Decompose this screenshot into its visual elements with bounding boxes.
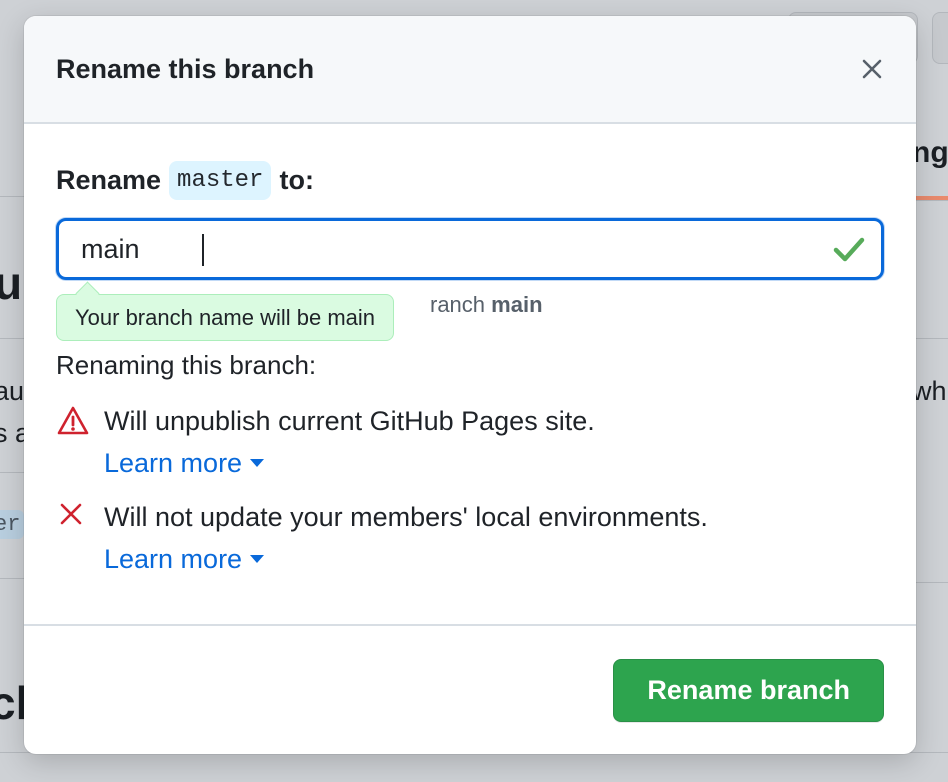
new-branch-name-field[interactable] [56,218,884,280]
learn-more-label: Learn more [104,448,243,478]
triangle-down-icon [250,459,265,467]
renaming-heading: Renaming this branch: [56,350,317,380]
rename-suffix: to: [279,164,314,195]
background-divider [912,582,948,583]
background-text: ng [912,136,948,169]
rename-label: Rename master to: [56,158,884,202]
dialog-body: Rename master to: ranch main Your branch… [24,158,916,577]
check-icon [833,237,865,262]
x-icon [60,503,82,525]
rename-prefix: Rename [56,164,162,195]
consequence-text: Will unpublish current GitHub Pages site… [104,406,595,436]
hint-branch: main [491,292,543,317]
background-divider [912,200,948,201]
consequence-text: Will not update your members' local envi… [104,502,708,532]
new-branch-name-input[interactable] [81,233,859,265]
background-code: er [0,510,25,539]
consequence-item: Will not update your members' local envi… [56,499,884,577]
alert-icon [57,406,89,435]
hint-text: ranch main [430,292,543,318]
triangle-down-icon [250,555,265,563]
learn-more-label: Learn more [104,544,243,574]
background-text: au [0,376,25,406]
close-button[interactable] [852,49,892,89]
consequence-item: Will unpublish current GitHub Pages site… [56,403,884,481]
rename-branch-dialog: Rename this branch Rename master to: ran… [24,16,916,754]
dialog-header: Rename this branch [24,16,916,124]
current-branch-name: master [169,160,272,200]
dialog-title: Rename this branch [56,53,315,84]
hint-prefix: ranch [430,292,486,317]
text-cursor [202,234,204,266]
dialog-footer: Rename branch [24,624,916,754]
rename-branch-button[interactable]: Rename branch [613,658,884,722]
background-text: whi [912,376,948,406]
learn-more-link[interactable]: Learn more [104,445,265,481]
validation-hint: ranch main Your branch name will be main [56,280,884,341]
branch-name-tooltip: Your branch name will be main [56,294,395,341]
background-divider [912,338,948,339]
background-button [932,12,948,64]
learn-more-link[interactable]: Learn more [104,541,265,577]
close-icon [862,59,882,79]
